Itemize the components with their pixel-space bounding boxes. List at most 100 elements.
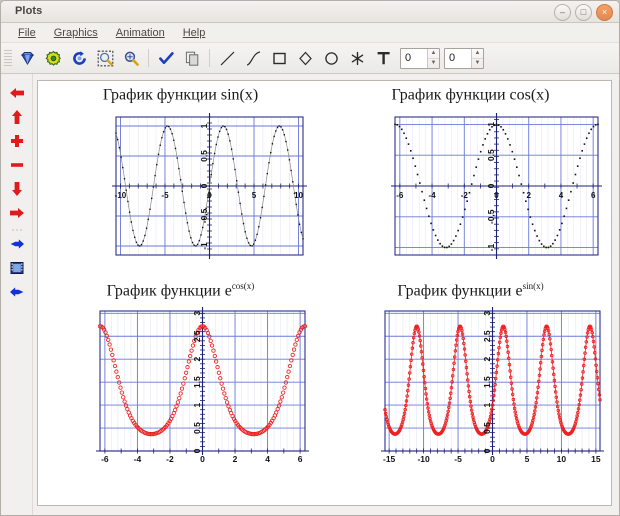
svg-text:0,5: 0,5 (192, 422, 202, 434)
svg-text:3: 3 (192, 311, 202, 316)
chart-exp-sin-title-base: График функции e (397, 282, 523, 300)
y-spinner-up-icon[interactable]: ▲ (472, 49, 483, 59)
svg-text:0: 0 (199, 183, 209, 188)
title-bar: Plots – □ × (1, 1, 619, 23)
chart-exp-cos-svg: -6 -4 -2 0 2 4 6 0 0,5 1 1,5 2 2,5 3 (96, 307, 309, 464)
minimize-icon: – (559, 7, 565, 17)
svg-text:2,5: 2,5 (192, 330, 202, 342)
svg-text:-0,5: -0,5 (486, 209, 496, 224)
y-spinner-arrows[interactable]: ▲ ▼ (471, 48, 483, 68)
svg-text:4: 4 (559, 191, 564, 200)
asterisk-tool-icon[interactable] (344, 45, 370, 71)
menu-file[interactable]: File (9, 25, 45, 41)
toolbar-separator-2 (209, 49, 210, 67)
chart-exp-cos: График функции ecos(x) -6 -4 -2 0 2 4 6 0 0,5 1 1,… (38, 281, 323, 481)
menu-file-label: File (18, 26, 36, 39)
zoom-in-button[interactable] (6, 130, 28, 152)
x-spinner-down-icon[interactable]: ▼ (428, 59, 439, 68)
svg-text:1,5: 1,5 (482, 376, 492, 388)
line-tool-icon[interactable] (214, 45, 240, 71)
svg-text:2: 2 (192, 357, 202, 362)
chart-cos-title-base: График функции cos(x) (391, 86, 550, 104)
new-plot-icon[interactable] (14, 45, 40, 71)
svg-text:6: 6 (298, 454, 303, 464)
menu-animation[interactable]: Animation (107, 25, 174, 41)
menu-animation-label: Animation (115, 26, 165, 39)
svg-text:-4: -4 (134, 454, 142, 464)
svg-text:0,5: 0,5 (482, 422, 492, 434)
toolbar-separator-1 (148, 49, 149, 67)
svg-text:0: 0 (482, 448, 492, 453)
x-coordinate-value: 0 (405, 52, 412, 64)
svg-text:-0,5: -0,5 (199, 208, 209, 223)
svg-text:1: 1 (482, 402, 492, 407)
svg-text:2: 2 (233, 454, 238, 464)
y-coordinate-value: 0 (449, 52, 456, 64)
magnifier-icon[interactable] (118, 45, 144, 71)
copy-icon[interactable] (179, 45, 205, 71)
toolbar: 0 ▲ ▼ 0 ▲ ▼ (1, 43, 619, 74)
zoom-out-button[interactable] (6, 154, 28, 176)
svg-text:0: 0 (200, 454, 205, 464)
diamond-tool-icon[interactable] (292, 45, 318, 71)
chart-sin-title: График функции sin(x) (38, 85, 323, 104)
svg-text:0: 0 (192, 448, 202, 453)
sidebar-separator (10, 226, 24, 233)
minimize-button[interactable]: – (554, 4, 571, 21)
filmstrip-button[interactable] (6, 257, 28, 279)
move-up-button[interactable] (6, 106, 28, 128)
maximize-icon: □ (580, 7, 587, 17)
x-spinner-arrows[interactable]: ▲ ▼ (427, 48, 439, 68)
svg-text:6: 6 (591, 191, 596, 200)
zoom-region-icon[interactable] (92, 45, 118, 71)
chart-exp-cos-title-sup: cos(x) (231, 281, 255, 291)
rectangle-tool-icon[interactable] (266, 45, 292, 71)
svg-text:0,5: 0,5 (486, 149, 496, 161)
svg-text:-4: -4 (428, 191, 436, 200)
svg-text:-5: -5 (454, 454, 462, 464)
chart-sin-title-base: График функции sin(x) (102, 86, 259, 104)
chart-sin-svg: -10 -5 0 5 10 -1 -0,5 0 0,5 1 (112, 113, 307, 259)
chart-exp-sin: График функции esin(x) -15 -10 -5 0 5 10 15 0 0,… (323, 281, 611, 481)
x-spinner-up-icon[interactable]: ▲ (428, 49, 439, 59)
close-icon: × (601, 7, 608, 17)
side-toolbar (1, 74, 33, 515)
settings-gear-icon[interactable] (40, 45, 66, 71)
next-frame-button[interactable] (6, 233, 28, 255)
svg-text:15: 15 (591, 454, 601, 464)
apply-check-icon[interactable] (153, 45, 179, 71)
x-coordinate-spinner[interactable]: 0 ▲ ▼ (400, 47, 440, 69)
prev-frame-button[interactable] (6, 281, 28, 303)
maximize-button[interactable]: □ (575, 4, 592, 21)
svg-text:2,5: 2,5 (482, 330, 492, 342)
plot-canvas[interactable]: График функции sin(x) -10 -5 0 5 10 -1 -0,5 0 0,… (37, 80, 612, 506)
svg-text:-10: -10 (115, 191, 127, 200)
svg-text:2: 2 (482, 357, 492, 362)
chart-cos-title: График функции cos(x) (323, 85, 611, 104)
plot-grid: График функции sin(x) -10 -5 0 5 10 -1 -0,5 0 0,… (38, 81, 611, 505)
ellipse-tool-icon[interactable] (318, 45, 344, 71)
move-down-button[interactable] (6, 178, 28, 200)
curve-tool-icon[interactable] (240, 45, 266, 71)
move-right-button[interactable] (6, 202, 28, 224)
move-left-button[interactable] (6, 82, 28, 104)
svg-text:1: 1 (486, 122, 496, 127)
chart-exp-sin-svg: -15 -10 -5 0 5 10 15 0 0,5 1 1,5 2 2,5 3 (381, 307, 604, 464)
refresh-icon[interactable] (66, 45, 92, 71)
chart-exp-cos-title: График функции ecos(x) (38, 281, 323, 300)
plots-window: Plots – □ × File Graphics Animation Help (0, 0, 620, 516)
y-spinner-down-icon[interactable]: ▼ (472, 59, 483, 68)
y-coordinate-spinner[interactable]: 0 ▲ ▼ (444, 47, 484, 69)
toolbar-grip[interactable] (4, 50, 12, 66)
svg-text:-2: -2 (166, 454, 174, 464)
svg-text:1: 1 (199, 123, 209, 128)
chart-cos-svg: -6 -4 -2 0 2 4 6 -1 -0,5 0 0,5 1 (391, 113, 602, 259)
menu-graphics[interactable]: Graphics (45, 25, 107, 41)
text-tool-icon[interactable] (370, 45, 396, 71)
close-button[interactable]: × (596, 4, 613, 21)
svg-text:0: 0 (494, 191, 499, 200)
svg-text:2: 2 (526, 191, 531, 200)
svg-text:0: 0 (490, 454, 495, 464)
menu-help[interactable]: Help (174, 25, 215, 41)
work-area: График функции sin(x) -10 -5 0 5 10 -1 -0,5 0 0,… (1, 74, 619, 515)
